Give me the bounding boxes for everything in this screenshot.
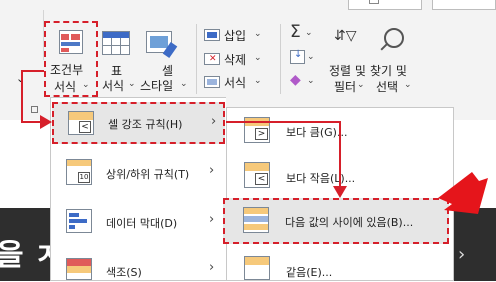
arrow-head-down: [333, 186, 347, 198]
arrow-head-left: [40, 115, 52, 129]
connector-line-right: [226, 121, 341, 188]
annotation-arrows: [21, 70, 488, 214]
pointer-arrow-icon: [438, 172, 488, 214]
connector-line-left: [21, 70, 44, 123]
